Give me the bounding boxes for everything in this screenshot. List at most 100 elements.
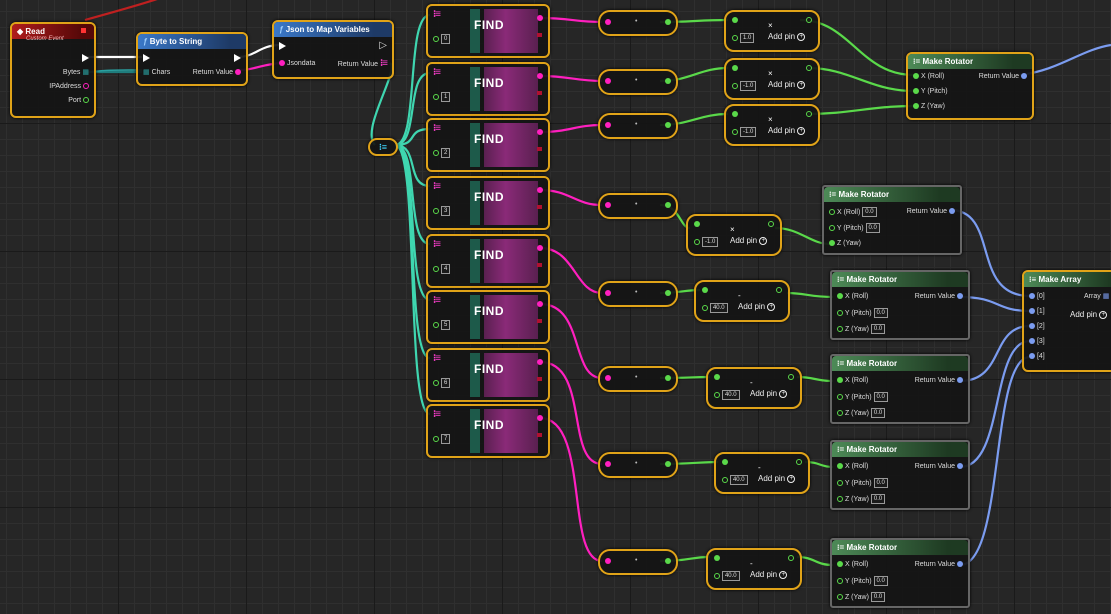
find-key-field[interactable]: 5 <box>440 320 451 330</box>
find-value-pin[interactable] <box>537 244 543 254</box>
math-out-pin[interactable] <box>788 373 794 383</box>
math-in-b-pin[interactable]: 40.0 <box>714 571 740 582</box>
conv-in-pin[interactable] <box>605 18 611 28</box>
math-node-2[interactable]: -1.0 × Add pin + <box>724 104 820 146</box>
x-roll-pin[interactable]: X (Roll) <box>837 292 868 302</box>
exec-out-pin[interactable] <box>234 54 241 64</box>
math-node-3[interactable]: -1.0 × Add pin + <box>686 214 782 256</box>
find-node-7[interactable]: ⁝≡ 7 FIND <box>426 404 550 458</box>
math-node-6[interactable]: 40.0 - Add pin + <box>714 452 810 494</box>
array-pin-3[interactable]: [3] <box>1029 337 1045 347</box>
find-key-field[interactable]: 1 <box>440 92 451 102</box>
y-pitch-field[interactable]: 0.0 <box>873 478 888 488</box>
rotator-return-pin[interactable]: Return Value <box>915 376 963 386</box>
math-value-field[interactable]: 1.0 <box>739 33 755 43</box>
find-key-pin[interactable]: 6 <box>433 378 451 389</box>
y-pitch-field[interactable]: 0.0 <box>865 223 880 233</box>
math-out-pin[interactable] <box>796 458 802 468</box>
find-value-pin[interactable] <box>537 414 543 424</box>
event-delegate-pin[interactable] <box>81 28 86 33</box>
math-node-5[interactable]: 40.0 - Add pin + <box>706 367 802 409</box>
array-pin-1[interactable]: [1] <box>1029 307 1045 317</box>
find-node-5[interactable]: ⁝≡ 5 FIND <box>426 290 550 344</box>
find-node-4[interactable]: ⁝≡ 4 FIND <box>426 234 550 288</box>
math-add-pin-button[interactable]: Add pin + <box>738 302 776 312</box>
x-roll-pin[interactable]: X (Roll) <box>913 72 944 82</box>
x-roll-pin[interactable]: X (Roll) <box>837 462 868 472</box>
conv-node-0[interactable]: • <box>598 10 678 36</box>
x-roll-field[interactable]: 0.0 <box>862 207 877 217</box>
z-yaw-pin[interactable]: Z (Yaw) <box>829 239 861 249</box>
conv-in-pin[interactable] <box>605 77 611 87</box>
math-in-b-pin[interactable]: 1.0 <box>732 33 755 44</box>
math-value-field[interactable]: -1.0 <box>739 81 757 91</box>
find-key-pin[interactable]: 2 <box>433 148 451 159</box>
math-in-b-pin[interactable]: 40.0 <box>702 303 728 314</box>
find-value-pin[interactable] <box>537 358 543 368</box>
conv-node-7[interactable]: • <box>598 549 678 575</box>
math-value-field[interactable]: 40.0 <box>709 303 728 313</box>
z-yaw-field[interactable]: 0.0 <box>870 408 886 418</box>
math-add-pin-button[interactable]: Add pin + <box>750 389 788 399</box>
find-value-pin[interactable] <box>537 300 543 310</box>
y-pitch-pin[interactable]: Y (Pitch) 0.0 <box>837 392 888 403</box>
z-yaw-pin[interactable]: Z (Yaw) 0.0 <box>837 494 886 505</box>
make-array-node[interactable]: ⁝≡ Make Array [0] [1] [2] [3] [4] Array … <box>1022 270 1111 372</box>
rotator-return-pin[interactable]: Return Value <box>907 207 955 217</box>
find-key-field[interactable]: 3 <box>440 206 451 216</box>
jsondata-pin[interactable]: Jsondata <box>279 59 315 69</box>
math-in-a-pin[interactable] <box>702 286 708 296</box>
y-pitch-pin[interactable]: Y (Pitch) 0.0 <box>837 478 888 489</box>
conv-node-2[interactable]: • <box>598 113 678 139</box>
find-value-pin[interactable] <box>537 128 543 138</box>
math-out-pin[interactable] <box>788 554 794 564</box>
conv-in-pin[interactable] <box>605 121 611 131</box>
math-in-a-pin[interactable] <box>694 220 700 230</box>
event-port-pin[interactable]: Port <box>68 96 89 106</box>
conv-out-pin[interactable] <box>665 18 671 28</box>
math-out-pin[interactable] <box>806 64 812 74</box>
z-yaw-pin[interactable]: Z (Yaw) 0.0 <box>837 592 886 603</box>
x-roll-pin[interactable]: X (Roll) <box>837 376 868 386</box>
find-value-pin[interactable] <box>537 186 543 196</box>
math-node-0[interactable]: 1.0 × Add pin + <box>724 10 820 52</box>
y-pitch-field[interactable]: 0.0 <box>873 392 888 402</box>
math-out-pin[interactable] <box>768 220 774 230</box>
z-yaw-pin[interactable]: Z (Yaw) 0.0 <box>837 324 886 335</box>
find-map-pin[interactable]: ⁝≡ <box>433 182 441 193</box>
conv-in-pin[interactable] <box>605 201 611 211</box>
math-value-field[interactable]: 40.0 <box>729 475 748 485</box>
find-value-pin[interactable] <box>537 14 543 24</box>
conv-in-pin[interactable] <box>605 557 611 567</box>
find-map-pin[interactable]: ⁝≡ <box>433 354 441 365</box>
math-in-a-pin[interactable] <box>714 373 720 383</box>
z-yaw-pin[interactable]: Z (Yaw) 0.0 <box>837 408 886 419</box>
exec-in-pin[interactable] <box>279 42 286 52</box>
find-map-pin[interactable]: ⁝≡ <box>433 10 441 21</box>
math-value-field[interactable]: -1.0 <box>739 127 757 137</box>
conv-node-1[interactable]: • <box>598 69 678 95</box>
chars-pin[interactable]: ▦ Chars <box>143 68 170 78</box>
find-value-pin[interactable] <box>537 72 543 82</box>
math-out-pin[interactable] <box>806 16 812 26</box>
byte-to-string-node[interactable]: ƒ Byte to String ▦ Chars Return Value <box>136 32 248 86</box>
math-in-a-pin[interactable] <box>732 110 738 120</box>
map-reroute-node[interactable]: ⁝≡ <box>368 138 398 156</box>
event-ipaddress-pin[interactable]: IPAddress <box>49 82 89 92</box>
make-rotator-top-node[interactable]: ⁝= Make Rotator X (Roll) Y (Pitch) Z (Ya… <box>906 52 1034 120</box>
array-add-pin-button[interactable]: Add pin + <box>1070 310 1108 320</box>
find-key-pin[interactable]: 1 <box>433 92 451 103</box>
find-map-pin[interactable]: ⁝≡ <box>433 410 441 421</box>
find-map-pin[interactable]: ⁝≡ <box>433 240 441 251</box>
conv-node-3[interactable]: • <box>598 193 678 219</box>
make-rotator-node-0[interactable]: ⁝= Make Rotator X (Roll) 0.0 Y (Pitch) 0… <box>822 185 962 255</box>
json-to-map-node[interactable]: ƒ Json to Map Variables ▷ Jsondata Retur… <box>272 20 394 79</box>
math-add-pin-button[interactable]: Add pin + <box>758 474 796 484</box>
math-in-b-pin[interactable]: 40.0 <box>722 475 748 486</box>
event-exec-out-pin[interactable] <box>82 54 89 64</box>
conv-out-pin[interactable] <box>665 289 671 299</box>
conv-out-pin[interactable] <box>665 460 671 470</box>
math-in-b-pin[interactable]: -1.0 <box>732 81 757 92</box>
find-map-pin[interactable]: ⁝≡ <box>433 124 441 135</box>
math-out-pin[interactable] <box>806 110 812 120</box>
